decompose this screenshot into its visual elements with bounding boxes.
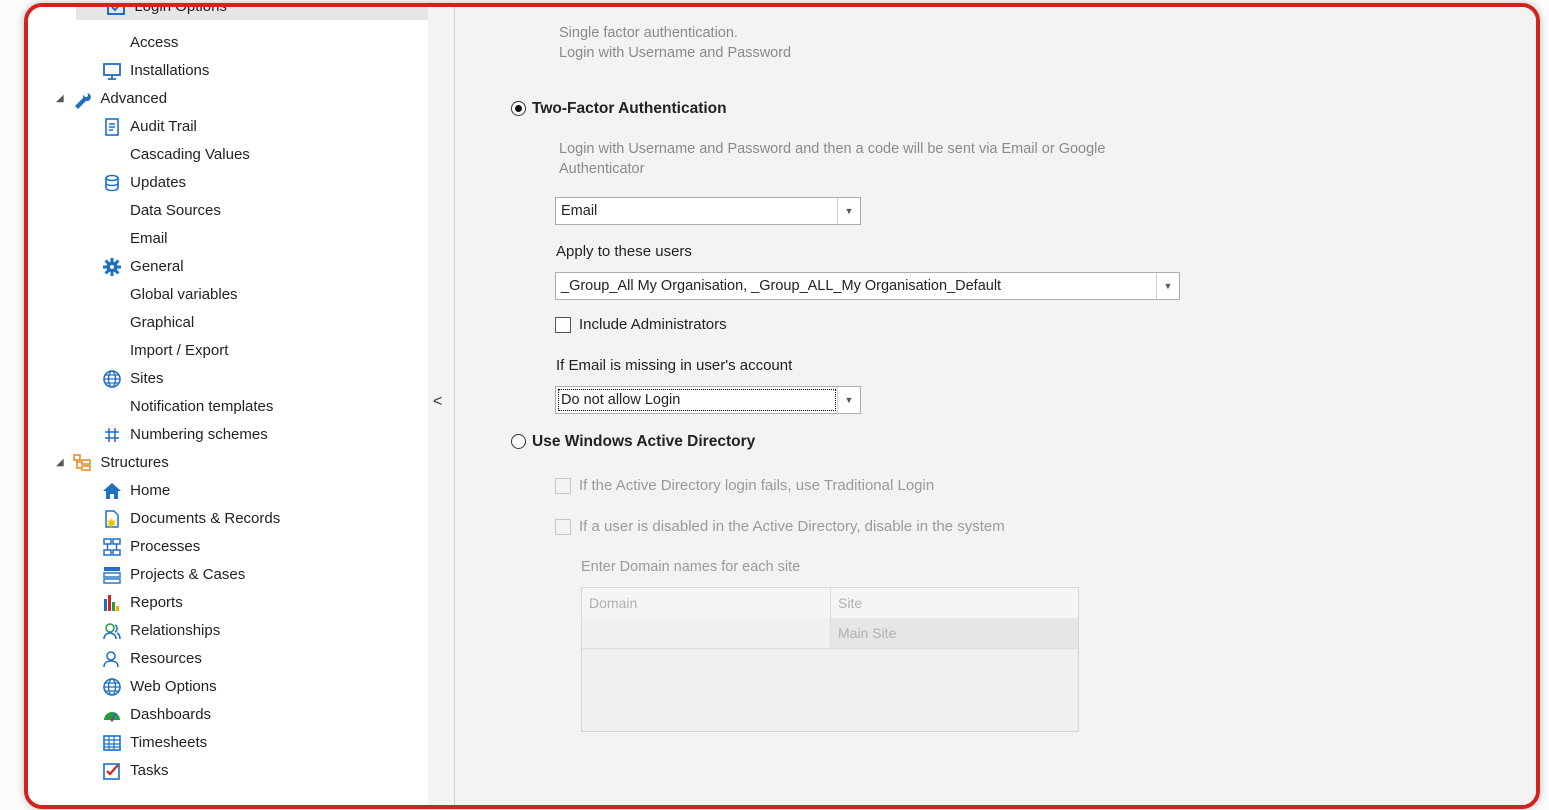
tree-item-updates[interactable]: Updates	[102, 170, 186, 196]
two-factor-method-dropdown[interactable]: Email ▼	[555, 197, 861, 225]
tree-item-documents-records[interactable]: Documents & Records	[102, 506, 280, 532]
tree-item-relationships[interactable]: Relationships	[102, 618, 220, 644]
domain-names-label: Enter Domain names for each site	[581, 559, 801, 575]
tree-item-global-variables[interactable]: Global variables	[130, 282, 238, 308]
ad-disable-user-checkbox[interactable]	[555, 519, 571, 536]
relationships-icon	[102, 621, 122, 641]
globe-icon	[102, 677, 122, 697]
tree-item-login-options[interactable]: Login Options	[76, 7, 428, 20]
login-options-icon	[106, 7, 126, 17]
wrench-icon	[72, 89, 92, 110]
tree-item-email[interactable]: Email	[130, 226, 168, 252]
active-directory-radio[interactable]	[511, 434, 526, 450]
reports-icon	[102, 593, 122, 613]
active-directory-label: Use Windows Active Directory	[532, 433, 756, 450]
tree-item-web-options[interactable]: Web Options	[102, 674, 217, 700]
tree-item-notification-templates[interactable]: Notification templates	[130, 394, 273, 420]
table-row[interactable]: Main Site	[582, 618, 1078, 649]
tree-item-timesheets[interactable]: Timesheets	[102, 730, 207, 756]
tree-item-audit-trail[interactable]: Audit Trail	[102, 114, 197, 140]
tree-item-dashboards[interactable]: Dashboards	[102, 702, 211, 728]
tree-item-numbering-schemes[interactable]: Numbering schemes	[102, 422, 268, 448]
resources-icon	[102, 649, 122, 669]
hash-icon	[102, 425, 122, 445]
two-factor-label: Two-Factor Authentication	[532, 100, 727, 117]
include-administrators-option[interactable]: Include Administrators	[555, 316, 727, 334]
processes-icon	[102, 537, 122, 557]
login-options-panel: Single factor authentication. Login with…	[455, 7, 1536, 805]
tree-item-processes[interactable]: Processes	[102, 534, 200, 560]
tree-item-structures[interactable]: ◢ Structures	[56, 450, 169, 476]
domain-grid[interactable]: Domain Site Main Site	[581, 587, 1079, 732]
settings-tree: Login Options Access Installations ◢ Adv…	[28, 7, 429, 805]
timesheet-icon	[102, 733, 122, 753]
ad-fallback-label: If the Active Directory login fails, use…	[579, 477, 935, 494]
structures-icon	[72, 453, 92, 473]
ad-fallback-checkbox[interactable]	[555, 478, 571, 495]
chevron-down-icon[interactable]: ▼	[837, 198, 860, 224]
chevron-down-icon[interactable]: ▼	[1156, 273, 1179, 299]
home-icon	[102, 481, 122, 501]
panel-splitter[interactable]: <	[428, 7, 455, 805]
column-header-domain[interactable]: Domain	[582, 588, 831, 618]
apply-users-dropdown[interactable]: _Group_All My Organisation, _Group_ALL_M…	[555, 272, 1180, 300]
tree-item-tasks[interactable]: Tasks	[102, 758, 169, 784]
site-cell: Main Site	[838, 625, 897, 641]
domain-grid-header: Domain Site	[582, 588, 1078, 619]
missing-email-dropdown[interactable]: Do not allow Login ▼	[555, 386, 861, 414]
tree-item-data-sources[interactable]: Data Sources	[130, 198, 221, 224]
projects-icon	[102, 565, 122, 585]
tree-item-sites[interactable]: Sites	[102, 366, 164, 392]
tree-item-access[interactable]: Access	[130, 30, 178, 56]
column-header-site[interactable]: Site	[831, 588, 1078, 618]
chevron-down-icon[interactable]: ▼	[837, 387, 860, 413]
tree-item-general[interactable]: General	[102, 254, 184, 280]
active-directory-option[interactable]: Use Windows Active Directory	[511, 433, 755, 451]
ad-disable-user-option[interactable]: If a user is disabled in the Active Dire…	[555, 518, 1005, 536]
tree-item-home[interactable]: Home	[102, 478, 170, 504]
audit-trail-icon	[102, 117, 122, 137]
missing-email-label: If Email is missing in user's account	[556, 357, 793, 374]
documents-icon	[102, 509, 122, 529]
tree-item-installations[interactable]: Installations	[102, 58, 209, 84]
tree-item-import-export[interactable]: Import / Export	[130, 338, 228, 364]
tree-item-resources[interactable]: Resources	[102, 646, 202, 672]
single-factor-description: Single factor authentication.	[559, 25, 738, 41]
collapse-arrow-icon[interactable]: ◢	[56, 450, 68, 476]
ad-fallback-option[interactable]: If the Active Directory login fails, use…	[555, 477, 935, 495]
dashboard-icon	[102, 705, 122, 725]
include-administrators-label: Include Administrators	[579, 316, 727, 333]
tree-item-cascading-values[interactable]: Cascading Values	[130, 142, 250, 168]
apply-users-label: Apply to these users	[556, 243, 692, 260]
domain-cell[interactable]	[582, 618, 831, 648]
tree-item-graphical[interactable]: Graphical	[130, 310, 194, 336]
tree-item-advanced[interactable]: ◢ Advanced	[56, 86, 167, 112]
two-factor-method-value: Email	[561, 203, 598, 219]
collapse-arrow-icon[interactable]: ◢	[56, 86, 68, 112]
updates-icon	[102, 173, 122, 193]
single-factor-description-2: Login with Username and Password	[559, 45, 792, 61]
include-administrators-checkbox[interactable]	[555, 317, 571, 334]
ad-disable-user-label: If a user is disabled in the Active Dire…	[579, 518, 1005, 535]
two-factor-radio[interactable]	[511, 101, 526, 117]
two-factor-description: Login with Username and Password and the…	[559, 141, 1106, 157]
apply-users-value: _Group_All My Organisation, _Group_ALL_M…	[561, 278, 1002, 294]
monitor-icon	[102, 61, 122, 81]
tree-item-projects-cases[interactable]: Projects & Cases	[102, 562, 245, 588]
globe-icon	[102, 369, 122, 389]
settings-window: Login Options Access Installations ◢ Adv…	[24, 3, 1540, 809]
two-factor-description-2: Authenticator	[559, 161, 645, 177]
tree-item-reports[interactable]: Reports	[102, 590, 183, 616]
tasks-icon	[102, 761, 122, 781]
gear-icon	[102, 257, 122, 277]
two-factor-option[interactable]: Two-Factor Authentication	[511, 100, 727, 118]
collapse-panel-icon[interactable]: <	[433, 393, 442, 411]
missing-email-value: Do not allow Login	[558, 389, 836, 411]
